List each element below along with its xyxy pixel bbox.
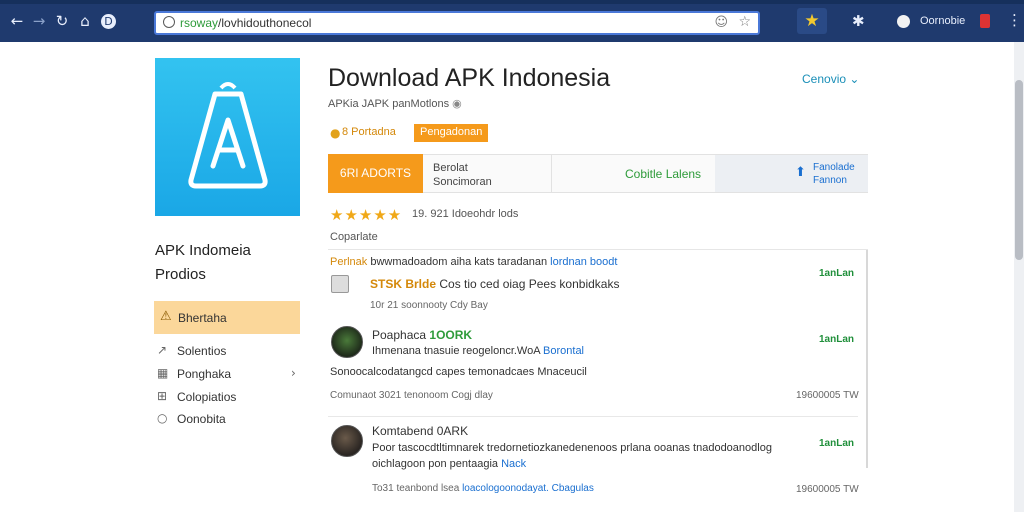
review-line: Poor tascocdtltimnarek tredornetiozkaned… (372, 442, 772, 454)
tab-strip (0, 0, 1024, 4)
avatar (331, 275, 349, 293)
bookmark-label: Fanolade Fannon (813, 162, 855, 186)
scrollbar-thumb[interactable] (1015, 80, 1023, 260)
sidebar-item-label: Oonobita (177, 412, 226, 426)
circle-icon: ○ (157, 411, 168, 425)
sidebar-item-oonobita[interactable]: ○ Oonobita (157, 411, 303, 429)
review-author: Poaphaca 1OORK (372, 328, 473, 342)
extension-star-icon[interactable]: ★ (797, 8, 827, 34)
review-date: 10r 21 soonnooty Cdy Bay (370, 300, 488, 311)
page-scrollbar[interactable] (1014, 42, 1024, 512)
bookmark-button[interactable]: ⬆ Fanolade Fannon (715, 155, 868, 192)
app-icon (155, 58, 300, 216)
reviews-scrollbar[interactable] (866, 250, 868, 468)
extensions-icon[interactable]: ✱ (852, 12, 865, 30)
divider (551, 155, 552, 192)
sidebar-item-colopiatios[interactable]: ⊞ Colopiatios (157, 389, 303, 407)
review-author: Komtabend 0ARK (372, 424, 469, 438)
coin-icon: ● (330, 126, 341, 140)
shield-icon[interactable]: D (101, 14, 116, 29)
review-date: To31 teanbond lsea loacologoonodayat. Cb… (372, 483, 594, 494)
grid-icon: ▦ (157, 366, 169, 380)
page-title: Download APK Indonesia (328, 64, 611, 92)
reply-button[interactable]: 1anLan (819, 438, 854, 449)
reply-button[interactable]: 1anLan (819, 334, 854, 345)
url-text[interactable]: rsoway/lovhidouthonecol (180, 16, 311, 30)
sidebar-item-label: Ponghaka (177, 367, 232, 381)
sidebar-item-label: Colopiatios (177, 390, 237, 404)
sidebar-title: APK Indomeia Prodios (155, 239, 251, 287)
compatible-link[interactable]: Cobitle Lalens (625, 167, 701, 181)
rating-count: 19. 921 Idoeohdr lods (412, 208, 519, 220)
review-date: Comunaot 3021 tenonoom Cogj dlay (330, 390, 493, 401)
action-bar: 6RI ADORTS Berolat Soncimoran Cobitle La… (328, 154, 868, 193)
site-info-icon[interactable] (163, 16, 175, 28)
bookmark-icon: ⬆ (795, 165, 806, 180)
reviews-section-label: Coparlate (330, 231, 378, 243)
review-meta: 19600005 TW (796, 390, 859, 401)
notification-badge[interactable] (980, 14, 990, 28)
divider (328, 416, 858, 417)
info-line1: Berolat (433, 162, 468, 174)
share-icon: ↗ (157, 343, 168, 357)
chevron-down-icon: ⌄ (849, 72, 860, 86)
avatar (331, 326, 363, 358)
profile-avatar[interactable] (897, 15, 910, 28)
archive-icon: ⊞ (157, 389, 168, 403)
review-line: oichlagoon pon pentaagia Nack (372, 458, 527, 470)
bookmark-star-icon[interactable]: ☆ (738, 14, 751, 30)
bag-logo-icon (188, 82, 268, 189)
sidebar-item-label: Solentios (177, 344, 227, 358)
browser-toolbar: ← → ↻ ⌂ D rsoway/lovhidouthonecol ☺ ☆ ★ … (0, 0, 1024, 42)
forward-icon[interactable]: → (30, 12, 48, 30)
review-header: Perlnak bwwmadoadom aiha kats taradanan … (330, 256, 618, 268)
category-badge[interactable]: Pengadonan (414, 124, 489, 142)
download-button[interactable]: 6RI ADORTS (328, 154, 423, 193)
info-icon[interactable]: ◉ (452, 97, 462, 110)
app-info: Berolat Soncimoran (433, 161, 492, 189)
emoji-icon[interactable]: ☺ (714, 15, 728, 30)
menu-icon[interactable]: ⋮ (1007, 11, 1022, 29)
reload-icon[interactable]: ↻ (53, 12, 71, 30)
reply-button[interactable]: 1anLan (819, 268, 854, 279)
sidebar-item-solentios[interactable]: ↗ Solentios (157, 343, 303, 361)
sidebar-item-ponghaka[interactable]: ▦ Ponghaka › (157, 366, 303, 384)
review-line: Sonoocalcodatangcd capes temonadcaes Mna… (330, 366, 587, 378)
address-bar[interactable]: rsoway/lovhidouthonecol ☺ ☆ (154, 11, 760, 35)
stars-icon: ★★★★★ (330, 206, 403, 224)
sidebar-item-label: Bhertaha (178, 311, 227, 325)
page-subtitle: APKia JAPK panMotlons ◉ (328, 97, 462, 110)
profile-label[interactable]: Oornobie (920, 15, 965, 27)
reviews-list: Perlnak bwwmadoadom aiha kats taradanan … (328, 249, 868, 507)
warning-icon: ⚠ (160, 309, 172, 324)
info-line2: Soncimoran (433, 176, 492, 188)
avatar (331, 425, 363, 457)
back-icon[interactable]: ← (8, 12, 26, 30)
review-body: STSK Brlde Cos tio ced oiag Pees konbidk… (370, 277, 620, 291)
sidebar-item-active[interactable]: ⚠ Bhertaha (154, 301, 300, 334)
options-dropdown[interactable]: Cenovio ⌄ (802, 72, 859, 86)
page-content: APK Indomeia Prodios ⚠ Bhertaha ↗ Solent… (0, 42, 1014, 512)
sidebar-title-line1: APK Indomeia (155, 242, 251, 259)
chevron-right-icon[interactable]: › (291, 366, 296, 380)
sidebar-title-line2: Prodios (155, 266, 206, 283)
review-meta: 19600005 TW (796, 484, 859, 495)
home-icon[interactable]: ⌂ (76, 12, 94, 30)
review-line: Ihmenana tnasuie reogeloncr.WoA Borontal (372, 345, 585, 357)
rating-text: 8 Portadna (342, 126, 396, 138)
